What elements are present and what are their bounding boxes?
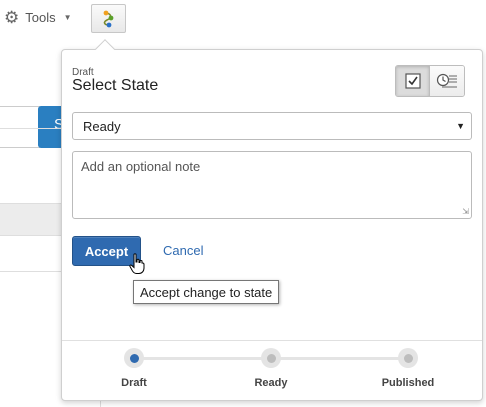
gear-icon: ⚙: [4, 7, 20, 27]
workflow-icon: [103, 10, 113, 27]
background-input[interactable]: [0, 106, 40, 148]
state-popover: Draft Select State Ready ▼ Add an option…: [61, 39, 483, 401]
step-dot: [266, 353, 276, 363]
tools-menu-label: Tools: [25, 9, 56, 25]
step-ready: [261, 348, 281, 368]
hand-pointer-cursor-icon: [129, 253, 145, 274]
step-label-ready: Ready: [254, 377, 288, 389]
divider: [0, 128, 62, 129]
background-page: S: [0, 38, 64, 407]
history-icon: [436, 73, 457, 88]
tools-menu[interactable]: ⚙ Tools ▼: [4, 6, 72, 28]
state-select-value: Ready: [83, 119, 121, 134]
note-textarea[interactable]: Add an optional note ⇲: [72, 151, 472, 219]
divider: [62, 340, 482, 341]
background-row-shaded: [0, 203, 62, 236]
step-dot: [129, 353, 139, 363]
checklist-icon: [404, 73, 421, 89]
accept-tooltip: Accept change to state: [133, 280, 280, 304]
view-toggle: [395, 65, 465, 97]
step-draft: [124, 348, 144, 368]
divider: [100, 401, 101, 407]
checklist-view-button[interactable]: [396, 66, 430, 96]
workflow-button[interactable]: [91, 4, 126, 33]
step-label-draft: Draft: [121, 377, 147, 389]
history-view-button[interactable]: [430, 66, 464, 96]
divider: [0, 271, 62, 272]
resize-handle-icon[interactable]: ⇲: [462, 207, 469, 216]
popover-title: Select State: [72, 77, 159, 94]
top-toolbar: ⚙ Tools ▼: [0, 0, 486, 38]
popover-arrow: [95, 39, 115, 59]
step-published: [398, 348, 418, 368]
step-label-published: Published: [381, 377, 435, 389]
caret-down-icon: ▼: [63, 12, 72, 22]
step-dot: [403, 353, 413, 363]
state-select[interactable]: Ready ▼: [72, 112, 472, 140]
select-arrow-icon: ▼: [456, 121, 465, 131]
cancel-link[interactable]: Cancel: [163, 243, 203, 258]
note-placeholder: Add an optional note: [81, 159, 201, 174]
